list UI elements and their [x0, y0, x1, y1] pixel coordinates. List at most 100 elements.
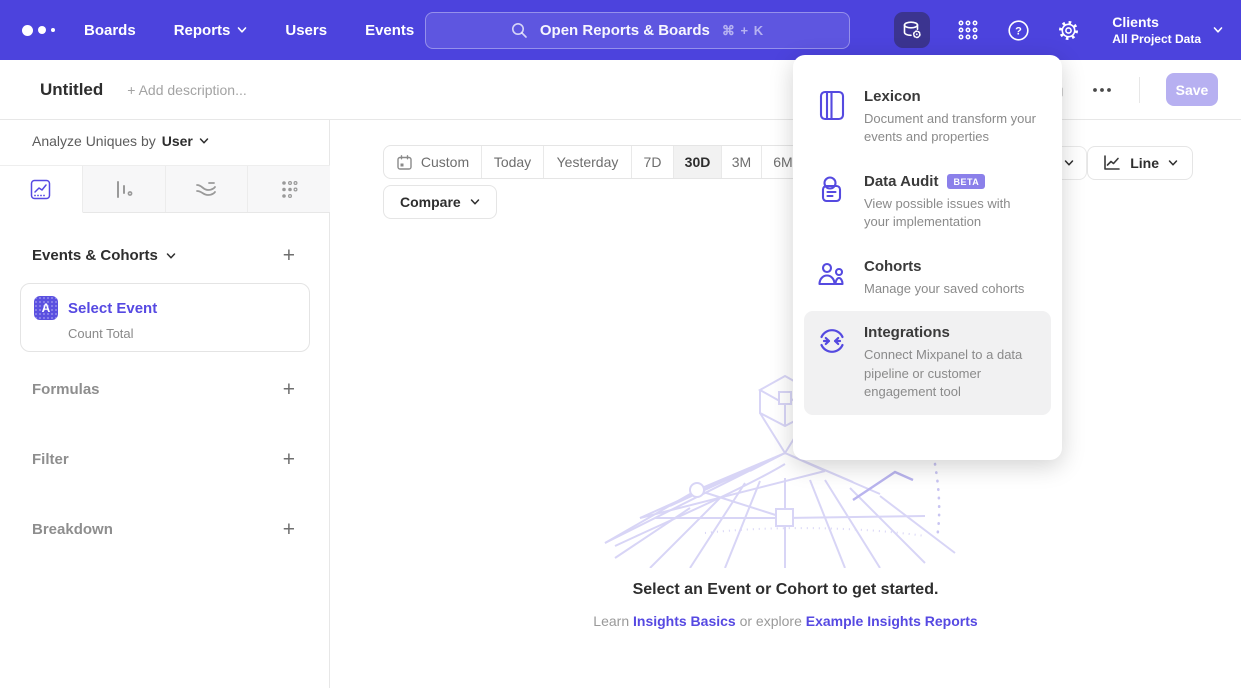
project-selector[interactable]: Clients All Project Data — [1112, 14, 1223, 46]
date-range-7d[interactable]: 7D — [632, 146, 674, 178]
save-button[interactable]: Save — [1166, 73, 1218, 106]
empty-state-links: Learn Insights Basics or explore Example… — [330, 613, 1241, 629]
date-range-custom[interactable]: Custom — [384, 146, 482, 178]
menu-item-description: Manage your saved cohorts — [864, 280, 1038, 298]
chart-type-dropdown[interactable]: Line — [1087, 146, 1193, 180]
events-cohorts-header: Events & Cohorts + — [32, 245, 295, 266]
breakdown-section: Breakdown + — [32, 519, 295, 540]
project-name: Clients — [1112, 14, 1201, 30]
nav-label: Users — [285, 22, 327, 39]
chevron-down-icon — [470, 197, 480, 207]
tab-bar-chart[interactable] — [83, 166, 166, 212]
svg-text:?: ? — [1015, 25, 1022, 37]
header-divider — [1139, 77, 1140, 103]
date-range-label: Custom — [421, 154, 469, 170]
query-builder-sidebar: Analyze Uniques by User — [0, 120, 330, 688]
event-letter-badge: A — [34, 296, 58, 320]
add-breakdown-button[interactable]: + — [283, 519, 295, 540]
integrations-sync-icon — [817, 326, 847, 356]
events-cohorts-title[interactable]: Events & Cohorts — [32, 247, 176, 264]
chevron-down-icon — [166, 251, 176, 261]
menu-item-lexicon[interactable]: Lexicon Document and transform your even… — [793, 75, 1062, 160]
bar-chart-tab-icon — [113, 179, 134, 200]
insights-report-page: Boards Reports Users Events Open Reports… — [0, 0, 1241, 688]
select-event-label[interactable]: Select Event — [68, 300, 157, 317]
chevron-down-icon — [199, 136, 209, 146]
question-circle-icon: ? — [1007, 19, 1030, 42]
analyze-uniques-row: Analyze Uniques by User — [32, 133, 209, 149]
nav-item-events[interactable]: Events — [365, 22, 414, 39]
insights-basics-link[interactable]: Insights Basics — [633, 613, 736, 629]
date-range-label: 30D — [685, 154, 711, 170]
data-management-menu: Lexicon Document and transform your even… — [793, 55, 1062, 460]
dot-grid-icon — [957, 19, 979, 41]
menu-item-cohorts[interactable]: Cohorts Manage your saved cohorts — [793, 245, 1062, 311]
chevron-down-icon — [1064, 158, 1074, 168]
report-title[interactable]: Untitled — [40, 80, 103, 100]
nav-item-reports[interactable]: Reports — [174, 22, 248, 39]
nav-label: Reports — [174, 22, 231, 39]
analyze-value: User — [162, 133, 193, 149]
chart-area: Custom Today Yesterday 7D 30D 3M 6M Comp… — [330, 120, 1241, 688]
date-range-label: Today — [494, 154, 531, 170]
example-insights-reports-link[interactable]: Example Insights Reports — [806, 613, 978, 629]
count-total-label[interactable]: Count Total — [68, 326, 309, 341]
compare-dropdown[interactable]: Compare — [383, 185, 497, 219]
date-range-yesterday[interactable]: Yesterday — [544, 146, 632, 178]
formulas-label: Formulas — [32, 381, 100, 398]
add-formula-button[interactable]: + — [283, 379, 295, 400]
menu-item-title: Data Audit — [864, 173, 938, 190]
menu-item-integrations[interactable]: Integrations Connect Mixpanel to a data … — [804, 311, 1051, 414]
add-event-button[interactable]: + — [283, 245, 295, 266]
global-search-input[interactable]: Open Reports & Boards ⌘ + K — [425, 12, 850, 49]
gear-icon — [1057, 19, 1080, 42]
data-audit-icon — [817, 175, 847, 205]
select-event-card[interactable]: A Select Event Count Total — [20, 283, 310, 352]
date-range-label: 7D — [644, 154, 662, 170]
metrics-tab-icon — [279, 179, 300, 200]
learn-text: Learn — [593, 613, 629, 629]
line-chart-icon — [1102, 154, 1121, 172]
menu-item-title: Cohorts — [864, 258, 922, 275]
menu-item-data-audit[interactable]: Data Audit BETA View possible issues wit… — [793, 160, 1062, 245]
nav-item-users[interactable]: Users — [285, 22, 327, 39]
add-filter-button[interactable]: + — [283, 449, 295, 470]
settings-button[interactable] — [1056, 18, 1080, 42]
beta-badge: BETA — [947, 174, 985, 189]
search-icon — [511, 22, 528, 39]
line-chart-tab-icon — [30, 179, 51, 200]
top-nav: Boards Reports Users Events Open Reports… — [0, 0, 1241, 60]
filter-label: Filter — [32, 451, 69, 468]
chevron-down-icon — [237, 25, 247, 35]
menu-item-description: View possible issues with your implement… — [864, 195, 1038, 232]
formulas-section: Formulas + — [32, 379, 295, 400]
chevron-down-icon — [1168, 158, 1178, 168]
visualization-tabs — [0, 165, 330, 213]
analyze-value-dropdown[interactable]: User — [162, 133, 209, 149]
flow-tab-icon — [195, 178, 217, 200]
report-header-actions: Save — [1043, 73, 1218, 106]
date-range-3m[interactable]: 3M — [722, 146, 762, 178]
tab-flow[interactable] — [166, 166, 249, 212]
help-button[interactable]: ? — [1006, 18, 1030, 42]
date-range-30d[interactable]: 30D — [674, 146, 722, 178]
search-shortcut: ⌘ + K — [722, 23, 764, 39]
nav-label: Boards — [84, 22, 136, 39]
report-description-placeholder[interactable]: + Add description... — [127, 82, 246, 98]
breakdown-label: Breakdown — [32, 521, 113, 538]
tab-metrics[interactable] — [248, 166, 330, 212]
or-explore-text: or explore — [740, 613, 802, 629]
apps-grid-button[interactable] — [956, 18, 980, 42]
date-range-today[interactable]: Today — [482, 146, 544, 178]
lexicon-book-icon — [817, 90, 847, 120]
more-options-button[interactable] — [1091, 79, 1113, 101]
nav-items: Boards Reports Users Events — [84, 22, 414, 39]
tab-insights-line[interactable] — [0, 166, 83, 213]
menu-item-description: Connect Mixpanel to a data pipeline or c… — [864, 346, 1038, 401]
events-cohorts-label: Events & Cohorts — [32, 247, 158, 264]
nav-right-cluster: ? Clients All Project Data — [894, 0, 1223, 60]
data-management-button[interactable] — [894, 12, 930, 48]
nav-item-boards[interactable]: Boards — [84, 22, 136, 39]
menu-item-description: Document and transform your events and p… — [864, 110, 1038, 147]
mixpanel-logo-icon[interactable] — [22, 25, 56, 36]
